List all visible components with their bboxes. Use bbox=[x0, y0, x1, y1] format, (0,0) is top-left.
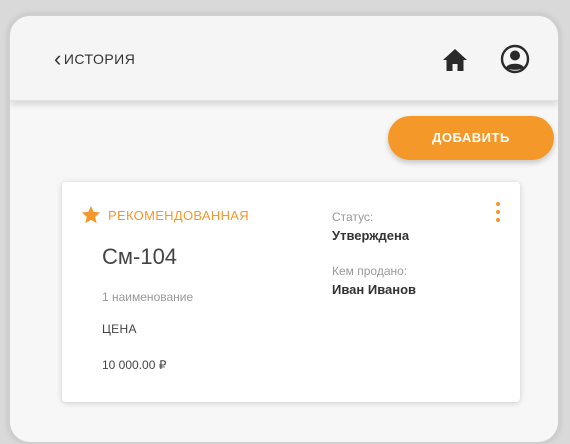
home-icon[interactable] bbox=[442, 48, 468, 72]
sold-by-value: Иван Иванов bbox=[332, 282, 417, 297]
app-header: ‹ ИСТОРИЯ bbox=[10, 16, 558, 101]
chevron-left-icon: ‹ bbox=[54, 46, 62, 71]
recommended-badge: РЕКОМЕНДОВАННАЯ bbox=[80, 204, 249, 226]
app-frame: ‹ ИСТОРИЯ ДОБАВИТЬ РЕКОМЕНДОВАННАЯ См-10… bbox=[8, 14, 560, 444]
account-circle-icon[interactable] bbox=[500, 44, 530, 74]
back-label: ИСТОРИЯ bbox=[63, 51, 136, 67]
back-button[interactable]: ‹ ИСТОРИЯ bbox=[54, 48, 135, 70]
sold-by-label: Кем продано: bbox=[332, 264, 408, 278]
star-icon bbox=[81, 205, 101, 224]
status-label: Статус: bbox=[332, 210, 374, 224]
order-card[interactable]: РЕКОМЕНДОВАННАЯ См-104 1 наименование ЦЕ… bbox=[62, 182, 520, 402]
items-count: 1 наименование bbox=[102, 290, 194, 304]
product-name: См-104 bbox=[102, 244, 178, 269]
recommended-label: РЕКОМЕНДОВАННАЯ bbox=[108, 207, 249, 223]
price-value: 10 000.00 ₽ bbox=[102, 358, 167, 372]
status-value: Утверждена bbox=[332, 228, 410, 243]
price-label: ЦЕНА bbox=[102, 322, 137, 336]
more-menu-icon[interactable] bbox=[492, 202, 504, 232]
add-button[interactable]: ДОБАВИТЬ bbox=[388, 116, 554, 160]
